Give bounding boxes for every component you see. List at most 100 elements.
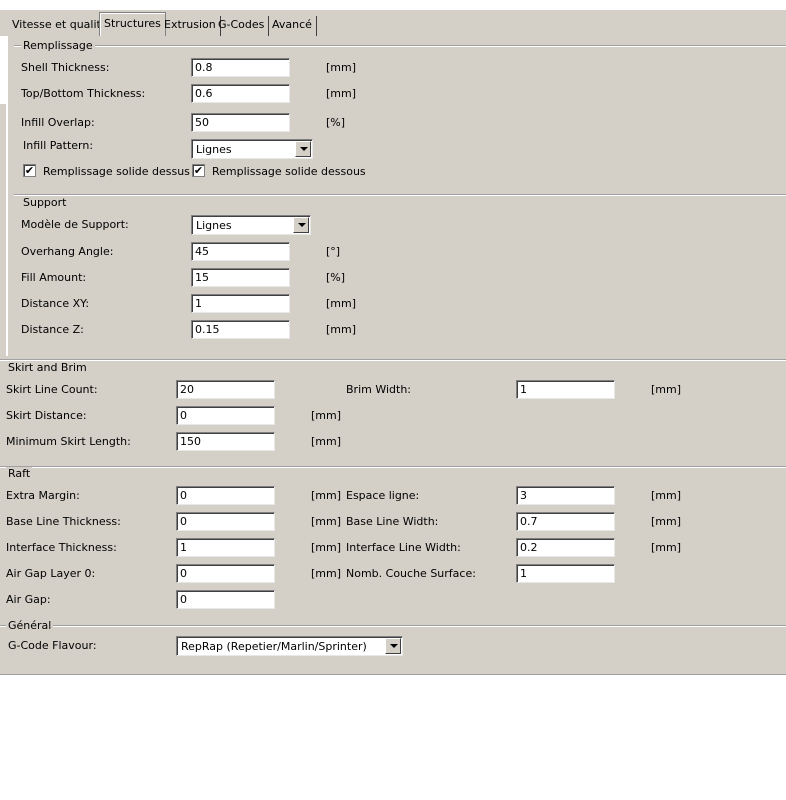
interface-line-width-input[interactable]: 0.2 [516, 538, 615, 557]
interface-line-width-unit: [mm] [651, 541, 682, 554]
line-spacing-label: Espace ligne: [346, 489, 420, 502]
group-divider [0, 466, 786, 468]
support-type-select[interactable]: Lignes [191, 215, 311, 235]
solid-top-checkbox[interactable]: ✔ [23, 164, 36, 177]
group-title-remplissage: Remplissage [21, 39, 95, 52]
min-skirt-length-input[interactable]: 150 [176, 432, 275, 451]
group-divider [0, 625, 786, 627]
outer-panel-edge [0, 104, 6, 356]
infill-pattern-value: Lignes [196, 143, 232, 156]
line-spacing-input[interactable]: 3 [516, 486, 615, 505]
shell-thickness-unit: [mm] [326, 61, 357, 74]
base-line-width-unit: [mm] [651, 515, 682, 528]
infill-pattern-label: Infill Pattern: [23, 139, 94, 152]
top-bottom-thickness-label: Top/Bottom Thickness: [21, 87, 146, 100]
fill-amount-input[interactable]: 15 [191, 268, 290, 287]
group-divider [0, 359, 786, 361]
overhang-angle-unit: [°] [326, 245, 341, 258]
distance-z-input[interactable]: 0.15 [191, 320, 290, 339]
tab-strip: Vitesse et qualité Structures Extrusion … [0, 10, 786, 36]
infill-overlap-input[interactable]: 50 [191, 113, 290, 132]
skirt-distance-label: Skirt Distance: [6, 409, 87, 422]
group-title-skirt-brim: Skirt and Brim [6, 361, 89, 374]
base-line-width-input[interactable]: 0.7 [516, 512, 615, 531]
brim-width-label: Brim Width: [346, 383, 412, 396]
distance-xy-unit: [mm] [326, 297, 357, 310]
distance-z-unit: [mm] [326, 323, 357, 336]
group-divider [14, 45, 786, 47]
fill-amount-unit: [%] [326, 271, 346, 284]
infill-overlap-unit: [%] [326, 116, 346, 129]
surface-layers-input[interactable]: 1 [516, 564, 615, 583]
skirt-distance-input[interactable]: 0 [176, 406, 275, 425]
chevron-down-icon [300, 147, 308, 151]
group-title-general: Général [6, 619, 54, 632]
base-line-thickness-unit: [mm] [311, 515, 342, 528]
base-line-width-label: Base Line Width: [346, 515, 439, 528]
extra-margin-input[interactable]: 0 [176, 486, 275, 505]
min-skirt-length-unit: [mm] [311, 435, 342, 448]
overhang-angle-label: Overhang Angle: [21, 245, 114, 258]
solid-bottom-checkbox[interactable]: ✔ [192, 164, 205, 177]
support-type-label: Modèle de Support: [21, 218, 129, 231]
brim-width-input[interactable]: 1 [516, 380, 615, 399]
surface-layers-label: Nomb. Couche Surface: [346, 567, 476, 580]
distance-xy-label: Distance XY: [21, 297, 90, 310]
air-gap-layer0-label: Air Gap Layer 0: [6, 567, 96, 580]
air-gap-layer0-input[interactable]: 0 [176, 564, 275, 583]
overhang-angle-input[interactable]: 45 [191, 242, 290, 261]
top-bottom-thickness-input[interactable]: 0.6 [191, 84, 290, 103]
support-type-value: Lignes [196, 219, 232, 232]
dropdown-button[interactable] [385, 638, 401, 654]
shell-thickness-label: Shell Thickness: [21, 61, 110, 74]
skirt-line-count-label: Skirt Line Count: [6, 383, 98, 396]
solid-top-label: Remplissage solide dessus [43, 165, 190, 178]
tab-extrusion[interactable]: Extrusion [160, 16, 221, 36]
gcode-flavour-label: G-Code Flavour: [8, 639, 97, 652]
gcode-flavour-select[interactable]: RepRap (Repetier/Marlin/Sprinter) [176, 636, 403, 656]
tab-structures[interactable]: Structures [99, 12, 166, 36]
gcode-flavour-value: RepRap (Repetier/Marlin/Sprinter) [181, 640, 367, 653]
air-gap-layer0-unit: [mm] [311, 567, 342, 580]
panel-bottom-edge [0, 674, 786, 675]
tab-label: Extrusion [164, 18, 216, 31]
distance-z-label: Distance Z: [21, 323, 84, 336]
infill-pattern-select[interactable]: Lignes [191, 139, 313, 159]
infill-overlap-label: Infill Overlap: [21, 116, 95, 129]
air-gap-label: Air Gap: [6, 593, 51, 606]
extra-margin-label: Extra Margin: [6, 489, 80, 502]
group-title-raft: Raft [6, 467, 33, 480]
extra-margin-unit: [mm] [311, 489, 342, 502]
tab-label: G-Codes [218, 18, 265, 31]
interface-thickness-label: Interface Thickness: [6, 541, 117, 554]
base-line-thickness-input[interactable]: 0 [176, 512, 275, 531]
tab-label: Vitesse et qualité [12, 18, 108, 31]
line-spacing-unit: [mm] [651, 489, 682, 502]
shell-thickness-input[interactable]: 0.8 [191, 58, 290, 77]
structures-panel [8, 36, 786, 356]
chevron-down-icon [390, 644, 398, 648]
interface-line-width-label: Interface Line Width: [346, 541, 461, 554]
tab-label: Structures [104, 17, 161, 30]
dropdown-button[interactable] [295, 141, 311, 157]
base-line-thickness-label: Base Line Thickness: [6, 515, 121, 528]
fill-amount-label: Fill Amount: [21, 271, 87, 284]
skirt-distance-unit: [mm] [311, 409, 342, 422]
tab-g-codes[interactable]: G-Codes [214, 16, 270, 36]
chevron-down-icon [298, 223, 306, 227]
air-gap-input[interactable]: 0 [176, 590, 275, 609]
group-title-support: Support [21, 196, 69, 209]
brim-width-unit: [mm] [651, 383, 682, 396]
dropdown-button[interactable] [293, 217, 309, 233]
interface-thickness-unit: [mm] [311, 541, 342, 554]
tab-avance[interactable]: Avancé [268, 16, 317, 36]
skirt-line-count-input[interactable]: 20 [176, 380, 275, 399]
solid-bottom-label: Remplissage solide dessous [212, 165, 366, 178]
tab-label: Avancé [272, 18, 312, 31]
top-bottom-thickness-unit: [mm] [326, 87, 357, 100]
min-skirt-length-label: Minimum Skirt Length: [6, 435, 131, 448]
interface-thickness-input[interactable]: 1 [176, 538, 275, 557]
tab-vitesse-qualite[interactable]: Vitesse et qualité [8, 16, 113, 36]
group-divider [14, 194, 786, 196]
distance-xy-input[interactable]: 1 [191, 294, 290, 313]
